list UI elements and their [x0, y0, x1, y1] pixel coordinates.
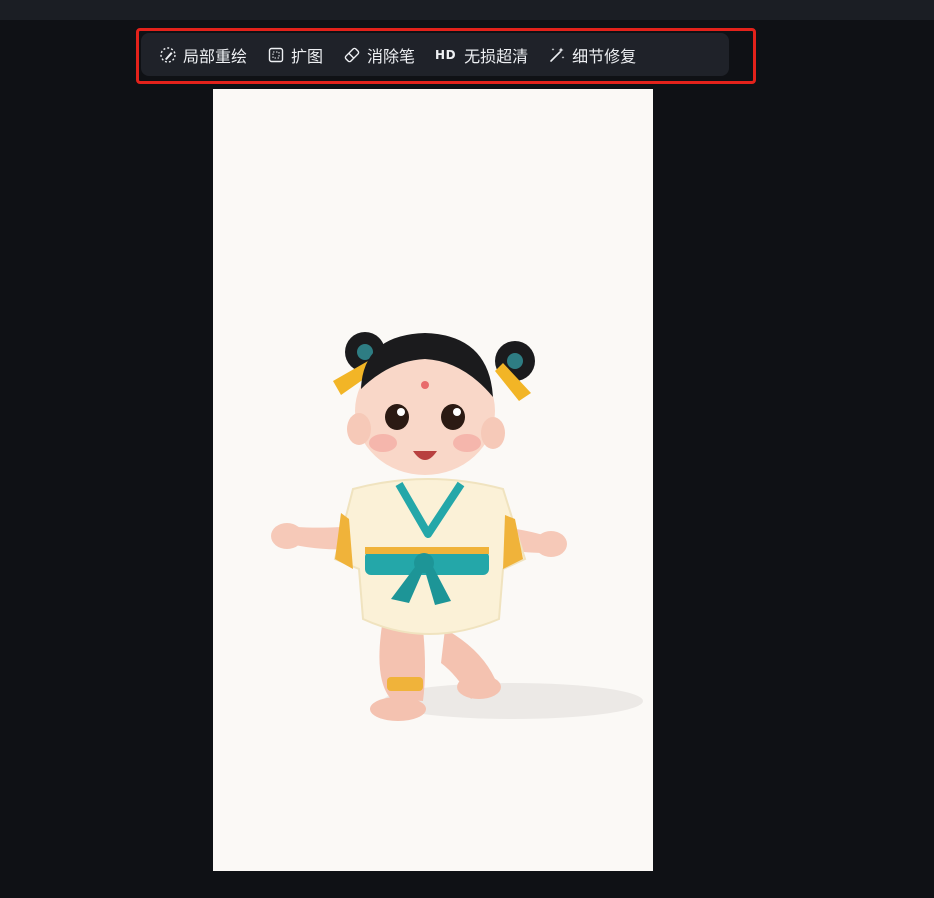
tool-eraser-button[interactable]: 消除笔: [333, 39, 425, 71]
tool-label: 扩图: [291, 46, 324, 66]
tool-label: 局部重绘: [183, 46, 248, 66]
tool-label: 细节修复: [572, 46, 637, 66]
brush-circle-icon: [159, 46, 177, 64]
tool-expand-button[interactable]: 扩图: [257, 39, 333, 71]
hd-icon: HD: [435, 47, 457, 62]
top-bar: [0, 0, 934, 20]
magic-wand-icon: [548, 46, 566, 64]
tool-label: 消除笔: [367, 46, 416, 66]
tool-inpaint-button[interactable]: 局部重绘: [149, 39, 257, 71]
tool-label: 无损超清: [464, 46, 529, 66]
edit-toolbar: 局部重绘 扩图 消除笔 HD 无损超清 细节修复: [141, 33, 729, 76]
tool-detail-repair-button[interactable]: 细节修复: [538, 39, 646, 71]
character-illustration: [271, 332, 643, 721]
tool-upscale-button[interactable]: HD 无损超清: [425, 39, 538, 71]
image-canvas[interactable]: [213, 89, 653, 871]
eraser-icon: [343, 46, 361, 64]
expand-frame-icon: [267, 46, 285, 64]
